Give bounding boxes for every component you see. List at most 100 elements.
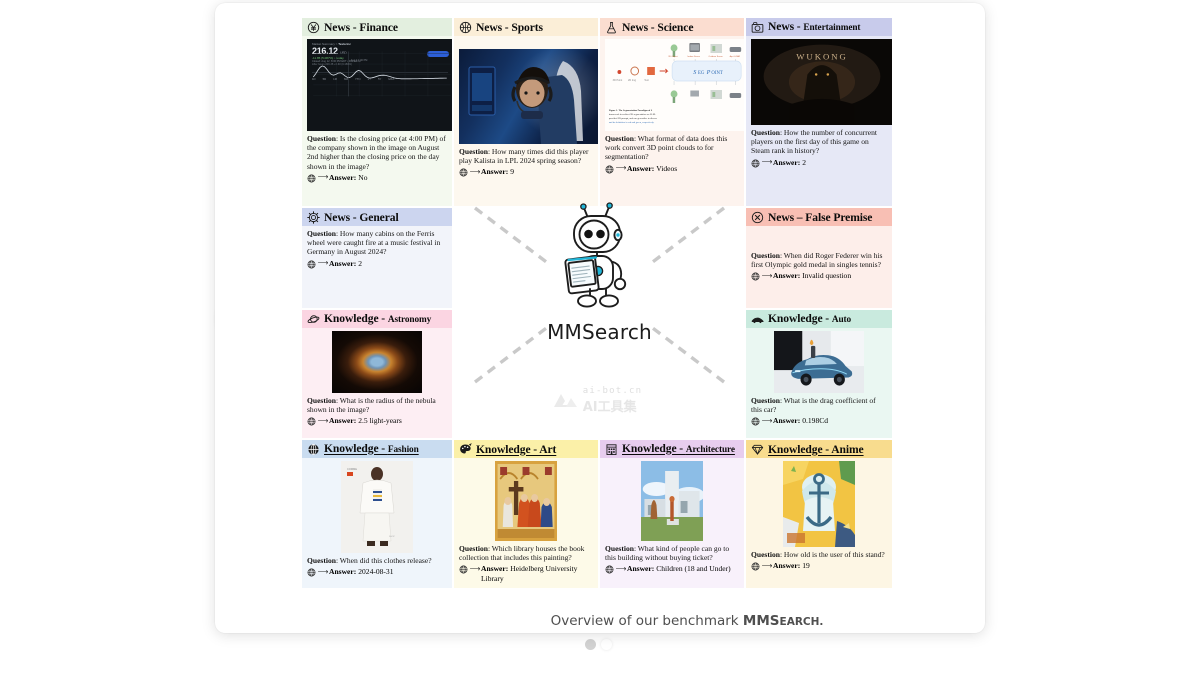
panel-header-news-general: News - General xyxy=(302,208,452,226)
answer-value-knowledge-fashion: 2024-08-31 xyxy=(358,567,394,577)
globe-icon xyxy=(751,417,760,428)
answer-row-news-science: ⟶ Answer: Videos xyxy=(605,163,739,176)
answer-label: Answer: xyxy=(481,167,509,177)
flask-icon xyxy=(605,21,618,34)
question-text-news-science: Question: What format of data does this … xyxy=(605,134,728,162)
panel-title-news-finance: News - Finance xyxy=(324,20,398,34)
answer-row-news-false-premise: ⟶ Answer: Invalid question xyxy=(751,271,887,282)
globe-icon xyxy=(307,260,316,271)
panel-title-knowledge-astronomy: Knowledge - Astronomy xyxy=(324,311,432,325)
panel-header-news-science: News - Science xyxy=(600,18,744,36)
globe-icon xyxy=(605,165,614,176)
answer-label: Answer: xyxy=(481,564,509,574)
building-icon xyxy=(605,443,618,456)
answer-row-knowledge-fashion: ⟶ Answer: 2024-08-31 xyxy=(307,567,447,578)
globe-icon xyxy=(751,159,760,170)
x-circle-icon xyxy=(751,211,764,224)
panel-image-knowledge-fashion: COMME SHOP xyxy=(341,461,413,553)
panel-header-knowledge-architecture: Knowledge - Architecture xyxy=(600,440,744,458)
globe-icon xyxy=(307,568,316,579)
arrow-icon: ⟶ xyxy=(317,415,329,425)
arrow-icon: ⟶ xyxy=(317,258,329,268)
mmsearch-logo-block: MMSearch xyxy=(457,200,742,390)
panel-news-entertainment: News - Entertainment WUKONG Question: Ho… xyxy=(746,18,892,206)
answer-row-news-finance: ⟶ Answer: No xyxy=(307,172,447,185)
panel-knowledge-anime: Knowledge - Anime Question: How old is t… xyxy=(746,440,892,588)
question-text-knowledge-fashion: Question: When did this clothes release? xyxy=(307,556,432,565)
panel-knowledge-architecture: Knowledge - Architecture Question: What … xyxy=(600,440,744,588)
answer-value-news-general: 2 xyxy=(358,258,363,268)
question-text-knowledge-architecture: Question: What kind of people can go to … xyxy=(605,544,730,563)
caption-text: Overview of our benchmark xyxy=(550,613,743,629)
panel-body-news-entertainment: WUKONG Question: How the number of concu… xyxy=(746,36,892,173)
globe-icon xyxy=(751,562,760,573)
answer-value-knowledge-astronomy: 2.5 light-years xyxy=(358,416,402,426)
panel-header-news-entertainment: News - Entertainment xyxy=(746,18,892,36)
panel-title-knowledge-architecture: Knowledge - Architecture xyxy=(622,441,735,455)
panel-header-knowledge-anime: Knowledge - Anime xyxy=(746,440,892,458)
carousel-dot-1[interactable] xyxy=(585,638,596,650)
caption-brand-large: MMS xyxy=(742,613,780,629)
question-text-knowledge-anime: Question: How old is the user of this st… xyxy=(751,550,885,559)
slide-card: News - Finance Market Summary > Tesla In… xyxy=(215,3,985,633)
gem-icon xyxy=(751,443,764,456)
yen-coin-icon xyxy=(307,21,320,34)
answer-value-news-entertainment: 2 xyxy=(802,157,807,167)
panel-title-news-general: News - General xyxy=(324,210,399,224)
caption-brand-small: EARCH. xyxy=(779,616,824,628)
panel-knowledge-auto: Knowledge - Auto Question: What is the d… xyxy=(746,310,892,438)
answer-value-news-science: Videos xyxy=(656,163,678,173)
carousel-dot-2[interactable] xyxy=(601,638,612,650)
panel-news-false-premise: News – False Premise Question: When did … xyxy=(746,208,892,308)
question-text-news-false-premise: Question: When did Roger Federer win his… xyxy=(751,251,883,270)
arrow-icon: ⟶ xyxy=(761,157,773,167)
svg-text:EG: EG xyxy=(698,71,705,76)
svg-text:Outdoor Scene: Outdoor Scene xyxy=(709,55,724,58)
arrow-icon: ⟶ xyxy=(317,172,329,182)
car-icon xyxy=(751,313,764,326)
svg-text:OINT: OINT xyxy=(711,71,722,76)
panel-body-news-false-premise: Question: When did Roger Federer win his… xyxy=(746,226,892,287)
benchmark-overview-figure: News - Finance Market Summary > Tesla In… xyxy=(302,18,892,629)
gear-icon xyxy=(307,210,320,224)
panel-body-news-general: Question: How many cabins on the Ferris … xyxy=(302,226,452,274)
panel-header-knowledge-auto: Knowledge - Auto xyxy=(746,310,892,328)
panel-news-general: News - General Question: How many cabins… xyxy=(302,208,452,308)
panel-news-sports: News - Sports Question: How many times d… xyxy=(454,18,598,206)
globe-icon xyxy=(459,168,468,179)
answer-row-knowledge-astronomy: ⟶ Answer: 2.5 light-years xyxy=(307,416,447,427)
panel-knowledge-astronomy: Knowledge - Astronomy Question: What is … xyxy=(302,310,452,438)
carousel-pagination[interactable] xyxy=(585,638,615,650)
answer-value-knowledge-anime: 19 xyxy=(802,561,810,571)
question-text-knowledge-art: Question: Which library houses the book … xyxy=(459,544,585,563)
svg-text:P: P xyxy=(706,69,711,76)
answer-label: Answer: xyxy=(329,416,357,426)
panel-image-news-entertainment: WUKONG xyxy=(751,39,892,125)
svg-text:2D Img: 2D Img xyxy=(628,79,637,82)
panel-body-knowledge-fashion: COMME SHOP Question: When did this cloth… xyxy=(302,458,452,582)
screenshot-root: News - Finance Market Summary > Tesla In… xyxy=(0,0,1200,675)
panel-header-knowledge-fashion: Knowledge - Fashion xyxy=(302,440,452,458)
answer-value-news-finance: No xyxy=(358,172,368,182)
globe-icon xyxy=(307,174,316,185)
arrow-icon: ⟶ xyxy=(615,163,627,173)
figure-caption: Overview of our benchmark MMSEARCH. xyxy=(302,613,1072,629)
camera-icon xyxy=(751,21,764,34)
answer-row-news-general: ⟶ Answer: 2 xyxy=(307,258,447,271)
panel-body-knowledge-astronomy: Question: What is the radius of the nebu… xyxy=(302,328,452,432)
question-text-news-general: Question: How many cabins on the Ferris … xyxy=(307,229,441,257)
panel-title-knowledge-art: Knowledge - Art xyxy=(476,442,557,456)
svg-text:SHOP: SHOP xyxy=(389,536,395,538)
question-text-knowledge-auto: Question: What is the drag coefficient o… xyxy=(751,396,876,415)
panel-body-knowledge-auto: Question: What is the drag coefficient o… xyxy=(746,328,892,432)
svg-text:and its definition in red and: and its definition in red and green, res… xyxy=(609,121,655,124)
panel-news-finance: News - Finance Market Summary > Tesla In… xyxy=(302,18,452,206)
panel-body-knowledge-anime: Question: How old is the user of this st… xyxy=(746,458,892,576)
answer-value-news-false-premise: Invalid question xyxy=(802,271,852,281)
panel-header-knowledge-astronomy: Knowledge - Astronomy xyxy=(302,310,452,328)
answer-row-news-entertainment: ⟶ Answer: 2 xyxy=(751,157,887,170)
panel-header-news-false-premise: News – False Premise xyxy=(746,208,892,226)
answer-row-knowledge-anime: ⟶ Answer: 19 xyxy=(751,561,887,572)
question-text-knowledge-astronomy: Question: What is the radius of the nebu… xyxy=(307,396,436,415)
answer-label: Answer: xyxy=(329,172,357,182)
